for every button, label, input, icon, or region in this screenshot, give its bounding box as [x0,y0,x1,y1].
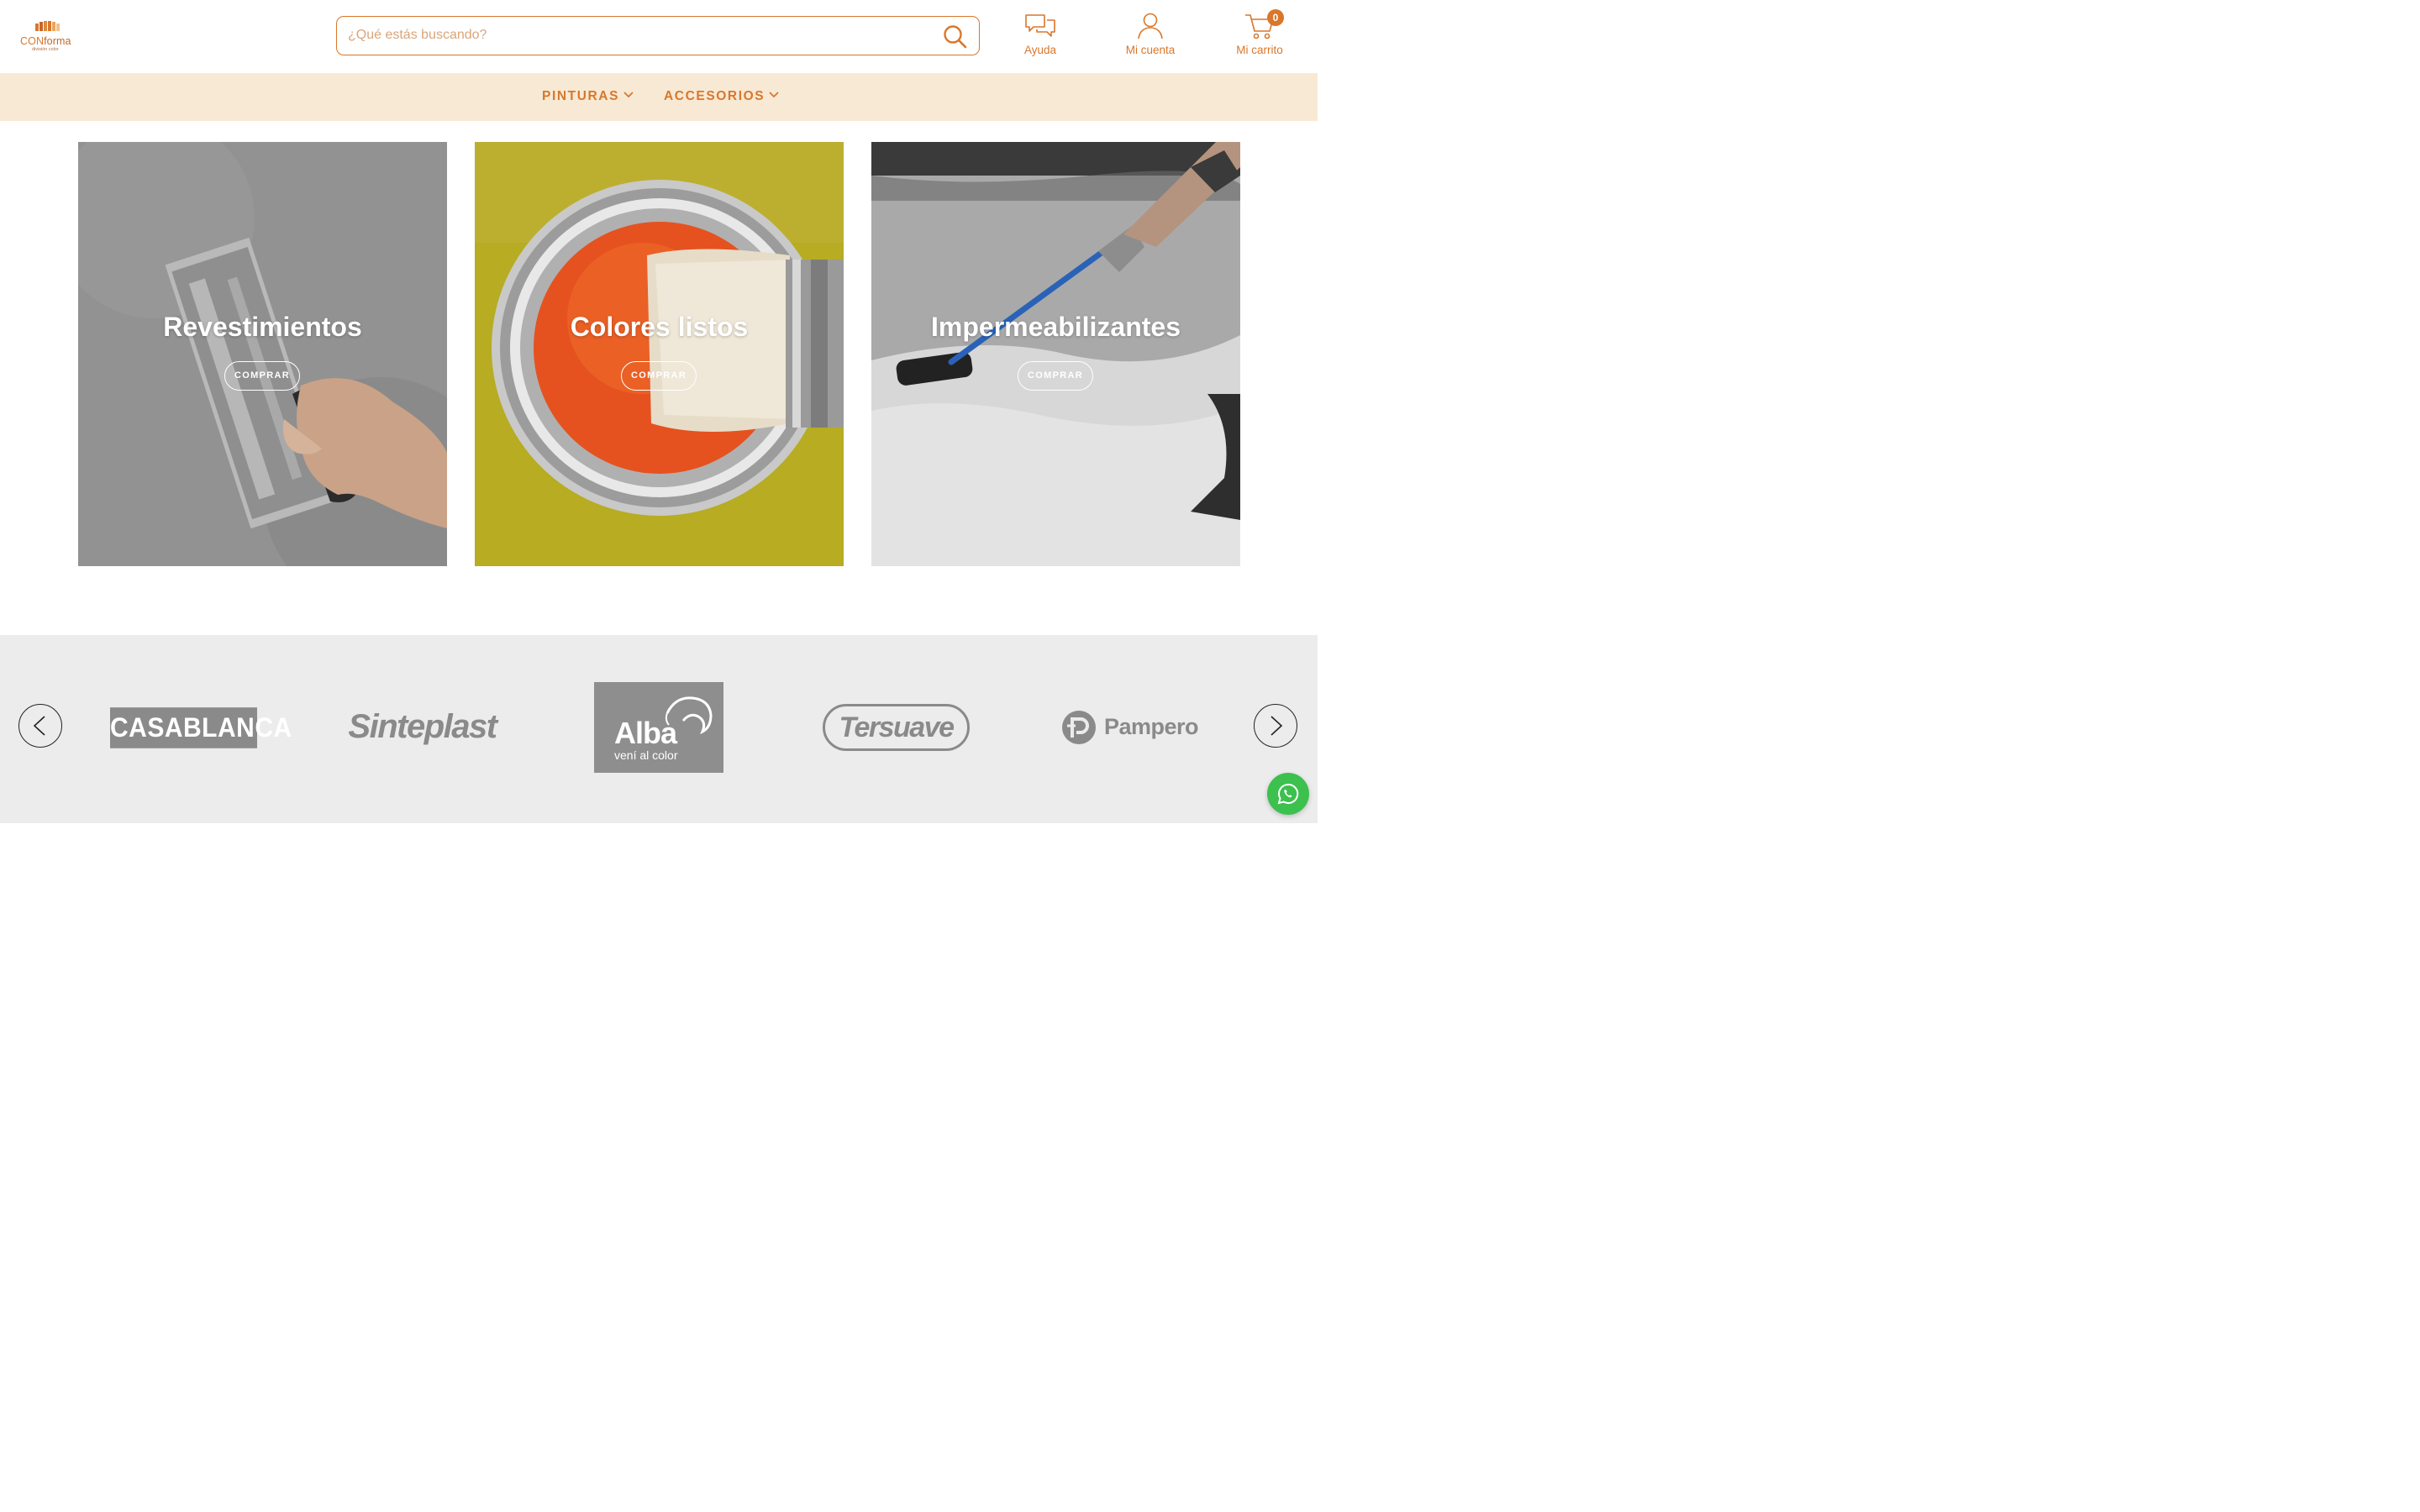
account-button[interactable]: Mi cuenta [1113,12,1188,62]
buy-button[interactable]: COMPRAR [1018,361,1093,391]
chat-bubbles-icon [1025,14,1055,37]
cart-button[interactable]: 0 Mi carrito [1222,9,1297,62]
account-label: Mi cuenta [1125,44,1176,56]
search-icon[interactable] [942,24,969,50]
category-title: Colores listos [570,312,749,342]
main-nav: PINTURAS ACCESORIOS [0,73,1318,121]
cart-count-badge: 0 [1267,9,1284,26]
brand-tagline: vení al color [614,748,678,762]
help-button[interactable]: Ayuda [1002,12,1078,62]
search-input[interactable] [348,17,928,54]
buy-button[interactable]: COMPRAR [621,361,697,391]
category-tile-colores-listos[interactable]: Colores listos COMPRAR [475,142,844,566]
logo-mark-icon [35,21,60,31]
nav-item-accesorios[interactable]: ACCESORIOS [664,89,779,104]
nav-item-pinturas[interactable]: PINTURAS [542,89,634,104]
chevron-down-icon [769,92,779,98]
category-tile-impermeabilizantes[interactable]: Impermeabilizantes COMPRAR [871,142,1240,566]
category-title: Impermeabilizantes [931,312,1181,342]
brand-name: Pampero [1104,714,1199,739]
brand-name: Alba [614,716,677,750]
pampero-emblem-icon [1062,711,1096,744]
trowel-wall-image [78,142,447,566]
brand-logo-alba[interactable]: Alba vení al color [594,682,723,773]
brands-carousel: CASABLANCA Sinteplast Alba vení al color… [0,635,1318,823]
user-icon [1138,13,1163,39]
chevron-right-icon [1270,716,1283,736]
brand-logo-casablanca[interactable]: CASABLANCA [110,707,292,748]
buy-button[interactable]: COMPRAR [224,361,300,391]
search-bar [336,16,980,55]
nav-item-label: PINTURAS [542,89,620,103]
site-header: CONforma división color Ayuda Mi cuenta … [0,0,1318,73]
logo-wordmark: CONforma [20,35,71,47]
roof-roller-image [871,142,1240,566]
whatsapp-chat-button[interactable] [1267,773,1309,815]
nav-item-label: ACCESORIOS [664,89,765,103]
paint-can-brush-image [475,142,844,566]
brand-logo-tersuave[interactable]: Tersuave [823,704,970,751]
chevron-left-icon [33,716,45,736]
chevron-down-icon [623,92,634,98]
help-label: Ayuda [1023,44,1057,56]
category-title: Revestimientos [163,312,362,342]
brand-logo-sinteplast[interactable]: Sinteplast [345,706,500,748]
carousel-next-button[interactable] [1254,704,1297,748]
site-logo[interactable]: CONforma división color [20,20,79,55]
category-tile-revestimientos[interactable]: Revestimientos COMPRAR [78,142,447,566]
carousel-prev-button[interactable] [18,704,62,748]
brand-logo-pampero[interactable]: Pampero [1060,709,1212,746]
whatsapp-icon [1277,783,1299,805]
logo-subtitle: división color [32,47,59,52]
cart-label: Mi carrito [1236,44,1283,56]
